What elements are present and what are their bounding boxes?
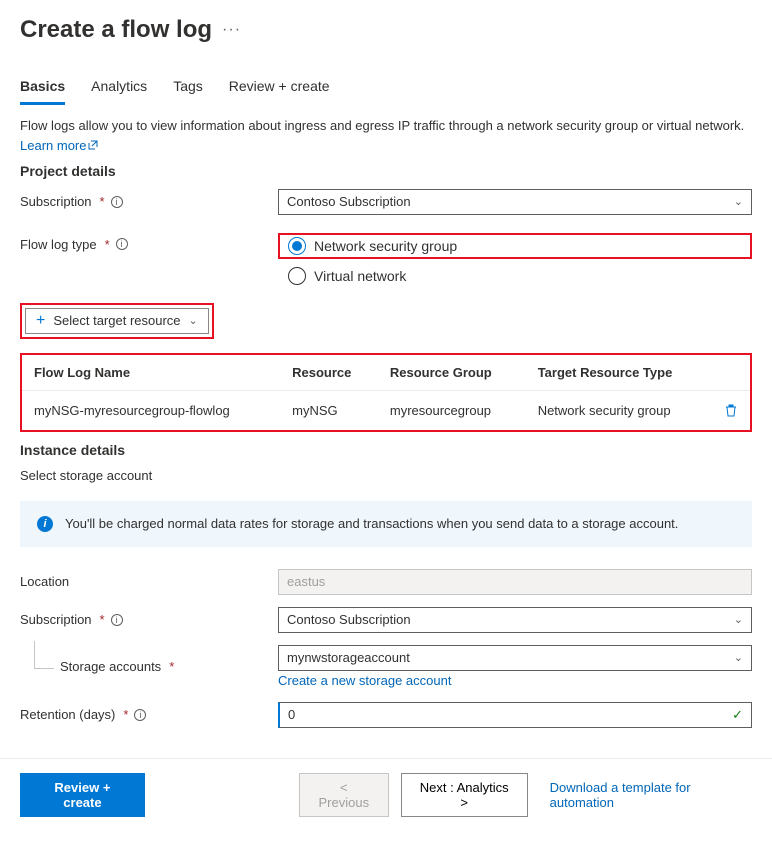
download-template-link[interactable]: Download a template for automation — [550, 780, 752, 810]
retention-value: 0 — [288, 707, 295, 722]
info-circle-icon: i — [37, 516, 53, 532]
required-indicator: * — [100, 194, 105, 209]
radio-nsg-label: Network security group — [314, 238, 457, 254]
storage-info-banner: i You'll be charged normal data rates fo… — [20, 501, 752, 547]
delete-row-button[interactable] — [712, 390, 750, 430]
learn-more-link[interactable]: Learn more — [20, 138, 98, 153]
label-flow-log-type: Flow log type — [20, 237, 97, 252]
required-indicator: * — [169, 659, 174, 674]
select-target-label: Select target resource — [53, 313, 180, 328]
chevron-down-icon: ⌄ — [734, 613, 743, 626]
retention-input[interactable]: 0 ✓ — [278, 702, 752, 728]
label-storage-subscription: Subscription — [20, 612, 92, 627]
intro-text: Flow logs allow you to view information … — [20, 116, 752, 136]
storage-account-select[interactable]: mynwstorageaccount ⌄ — [278, 645, 752, 671]
highlight-nsg-radio: Network security group — [278, 233, 752, 259]
previous-button: < Previous — [299, 773, 389, 817]
subscription-value: Contoso Subscription — [287, 194, 411, 209]
chevron-down-icon: ⌄ — [734, 651, 743, 664]
cell-target-type: Network security group — [526, 390, 712, 430]
page-title: Create a flow log — [20, 16, 212, 44]
banner-text: You'll be charged normal data rates for … — [65, 516, 678, 531]
chevron-down-icon: ⌄ — [189, 314, 198, 327]
radio-vnet-label: Virtual network — [314, 268, 406, 284]
indent-line — [34, 641, 54, 669]
col-resource-group: Resource Group — [378, 355, 526, 391]
storage-subscription-select[interactable]: Contoso Subscription ⌄ — [278, 607, 752, 633]
tab-bar: Basics Analytics Tags Review + create — [20, 72, 752, 106]
create-storage-link[interactable]: Create a new storage account — [278, 673, 451, 688]
external-link-icon — [88, 140, 98, 150]
required-indicator: * — [123, 707, 128, 722]
col-target-type: Target Resource Type — [526, 355, 712, 391]
label-retention: Retention (days) — [20, 707, 115, 722]
required-indicator: * — [105, 237, 110, 252]
location-field: eastus — [278, 569, 752, 595]
location-value: eastus — [287, 574, 325, 589]
plus-icon: + — [36, 313, 45, 329]
cell-resource: myNSG — [280, 390, 378, 430]
radio-icon-unchecked — [288, 267, 306, 285]
col-flow-log-name: Flow Log Name — [22, 355, 280, 391]
required-indicator: * — [100, 612, 105, 627]
tab-tags[interactable]: Tags — [173, 72, 203, 105]
checkmark-icon: ✓ — [732, 707, 743, 723]
radio-nsg[interactable]: Network security group — [288, 237, 457, 255]
footer-bar: Review + create < Previous Next : Analyt… — [0, 758, 772, 837]
chevron-down-icon: ⌄ — [734, 195, 743, 208]
storage-account-value: mynwstorageaccount — [287, 650, 410, 665]
subscription-select[interactable]: Contoso Subscription ⌄ — [278, 189, 752, 215]
cell-flow-log-name: myNSG-myresourcegroup-flowlog — [22, 390, 280, 430]
section-project-details: Project details — [20, 163, 752, 179]
select-target-resource-button[interactable]: + Select target resource ⌄ — [25, 308, 209, 334]
review-create-button[interactable]: Review + create — [20, 773, 145, 817]
tab-review-create[interactable]: Review + create — [229, 72, 330, 105]
label-location: Location — [20, 574, 69, 589]
next-button[interactable]: Next : Analytics > — [401, 773, 528, 817]
target-resource-table: Flow Log Name Resource Resource Group Ta… — [20, 353, 752, 432]
tab-basics[interactable]: Basics — [20, 72, 65, 105]
info-icon[interactable]: i — [111, 196, 123, 208]
more-menu-icon[interactable]: ··· — [222, 21, 241, 39]
storage-subscription-value: Contoso Subscription — [287, 612, 411, 627]
info-icon[interactable]: i — [111, 614, 123, 626]
tab-analytics[interactable]: Analytics — [91, 72, 147, 105]
radio-vnet[interactable]: Virtual network — [278, 267, 752, 285]
label-storage-accounts: Storage accounts — [60, 659, 161, 674]
info-icon[interactable]: i — [116, 238, 128, 250]
table-row: myNSG-myresourcegroup-flowlog myNSG myre… — [22, 390, 750, 430]
label-subscription: Subscription — [20, 194, 92, 209]
col-resource: Resource — [280, 355, 378, 391]
section-instance-details: Instance details — [20, 442, 752, 458]
cell-resource-group: myresourcegroup — [378, 390, 526, 430]
info-icon[interactable]: i — [134, 709, 146, 721]
radio-icon-checked — [288, 237, 306, 255]
label-select-storage: Select storage account — [20, 468, 752, 483]
